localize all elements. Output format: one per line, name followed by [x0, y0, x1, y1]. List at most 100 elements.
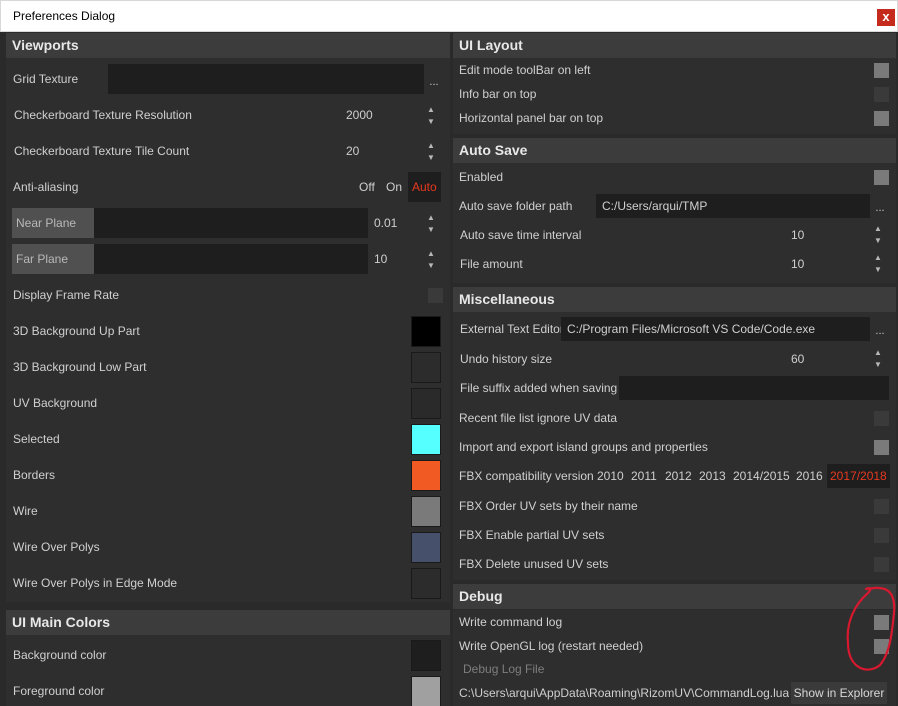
- fbx-partial-checkbox[interactable]: [874, 528, 889, 543]
- viewport-color-swatch[interactable]: [411, 316, 441, 347]
- spin-up-icon[interactable]: ▲: [871, 252, 885, 264]
- ui-layout-item-label: Edit mode toolBar on left: [459, 63, 591, 77]
- checker-tile-input[interactable]: 20: [340, 136, 426, 166]
- near-plane-slider[interactable]: [94, 208, 368, 238]
- ui-layout-header: UI Layout: [453, 33, 896, 58]
- spin-up-icon[interactable]: ▲: [424, 212, 438, 224]
- island-groups-label: Import and export island groups and prop…: [459, 440, 708, 454]
- viewport-color-swatch[interactable]: [411, 424, 441, 455]
- antialiasing-on-option[interactable]: On: [386, 172, 402, 202]
- ui-layout-panel: Edit mode toolBar on left Info bar on to…: [453, 58, 896, 134]
- spin-up-icon[interactable]: ▲: [871, 223, 885, 235]
- checker-tile-label: Checkerboard Texture Tile Count: [14, 144, 190, 158]
- file-amount-label: File amount: [460, 257, 523, 271]
- close-button[interactable]: x: [877, 9, 895, 26]
- ui-color-swatch[interactable]: [411, 640, 441, 671]
- spin-up-icon[interactable]: ▲: [424, 104, 438, 116]
- right-column: UI Layout Edit mode toolBar on left Info…: [453, 32, 896, 706]
- ui-layout-checkbox[interactable]: [874, 87, 889, 102]
- recent-ignore-checkbox[interactable]: [874, 411, 889, 426]
- spin-down-icon[interactable]: ▼: [871, 235, 885, 247]
- grid-texture-field[interactable]: [108, 64, 424, 94]
- ui-color-label: Foreground color: [13, 684, 105, 698]
- antialiasing-auto-option[interactable]: Auto: [408, 172, 441, 202]
- checker-resolution-row: Checkerboard Texture Resolution 2000 ▲ ▼: [6, 100, 450, 130]
- spin-up-icon[interactable]: ▲: [424, 248, 438, 260]
- viewport-color-label: Borders: [13, 468, 56, 482]
- spin-down-icon[interactable]: ▼: [871, 264, 885, 276]
- viewport-color-swatch[interactable]: [411, 496, 441, 527]
- fbx-delete-checkbox[interactable]: [874, 557, 889, 572]
- viewport-color-swatch[interactable]: [411, 388, 441, 419]
- viewport-color-label: Selected: [13, 432, 60, 446]
- far-plane-slider[interactable]: [94, 244, 368, 274]
- viewport-color-label: Wire: [13, 504, 38, 518]
- viewports-header: Viewports: [6, 33, 450, 58]
- auto-save-enabled-checkbox[interactable]: [874, 170, 889, 185]
- auto-save-enabled-label: Enabled: [459, 170, 504, 184]
- file-amount-input[interactable]: 10: [785, 252, 869, 276]
- annotation-circle: [846, 586, 896, 671]
- viewport-color-swatch[interactable]: [411, 568, 441, 599]
- viewport-color-swatch[interactable]: [411, 460, 441, 491]
- spin-down-icon[interactable]: ▼: [424, 260, 438, 272]
- auto-save-interval-label: Auto save time interval: [460, 228, 582, 242]
- near-plane-input[interactable]: 0.01: [368, 208, 426, 238]
- viewport-color-row: Borders: [6, 460, 450, 491]
- ui-layout-checkbox[interactable]: [874, 63, 889, 78]
- fbx-version-2011[interactable]: 2011: [631, 464, 657, 488]
- grid-texture-browse-button[interactable]: ...: [426, 76, 442, 88]
- viewport-color-swatch[interactable]: [411, 352, 441, 383]
- fbx-version-2016[interactable]: 2016: [796, 464, 823, 488]
- grid-texture-label: Grid Texture: [13, 72, 79, 86]
- viewport-color-label: 3D Background Up Part: [13, 324, 140, 338]
- spin-down-icon[interactable]: ▼: [424, 152, 438, 164]
- ui-layout-item: Horizontal panel bar on top: [453, 106, 896, 130]
- island-groups-checkbox[interactable]: [874, 440, 889, 455]
- spin-up-icon[interactable]: ▲: [424, 140, 438, 152]
- auto-save-folder-input[interactable]: C:/Users/arqui/TMP: [596, 194, 870, 218]
- ui-layout-item-label: Horizontal panel bar on top: [459, 111, 604, 125]
- spin-down-icon[interactable]: ▼: [871, 359, 885, 371]
- ui-color-swatch[interactable]: [411, 676, 441, 706]
- spin-down-icon[interactable]: ▼: [424, 116, 438, 128]
- far-plane-input[interactable]: 10: [368, 244, 426, 274]
- left-column: Viewports Grid Texture ... Checkerboard …: [6, 32, 450, 706]
- spin-up-icon[interactable]: ▲: [871, 347, 885, 359]
- text-editor-row: External Text Editor C:/Program Files/Mi…: [453, 317, 896, 341]
- opengl-log-label: Write OpenGL log (restart needed): [459, 639, 644, 653]
- ui-layout-checkbox[interactable]: [874, 111, 889, 126]
- debug-log-path-field[interactable]: C:\Users\arqui\AppData\Roaming\RizomUV\C…: [453, 680, 789, 706]
- fbx-version-2017-2018[interactable]: 2017/2018: [827, 464, 890, 488]
- viewport-color-label: Wire Over Polys in Edge Mode: [13, 576, 178, 590]
- recent-ignore-label: Recent file list ignore UV data: [459, 411, 618, 425]
- file-suffix-input[interactable]: [619, 376, 889, 400]
- fbx-version-2013[interactable]: 2013: [699, 464, 726, 488]
- miscellaneous-panel: External Text Editor C:/Program Files/Mi…: [453, 312, 896, 580]
- fbx-version-2014-2015[interactable]: 2014/2015: [733, 464, 790, 488]
- fbx-version-2012[interactable]: 2012: [665, 464, 692, 488]
- debug-header: Debug: [453, 584, 896, 609]
- file-suffix-label: File suffix added when saving: [460, 381, 618, 395]
- recent-ignore-row: Recent file list ignore UV data: [453, 406, 896, 430]
- window-title: Preferences Dialog: [13, 9, 116, 23]
- text-editor-browse-button[interactable]: ...: [872, 325, 888, 337]
- ui-layout-item: Info bar on top: [453, 82, 896, 106]
- fbx-order-checkbox[interactable]: [874, 499, 889, 514]
- undo-history-input[interactable]: 60: [785, 347, 869, 371]
- auto-save-interval-input[interactable]: 10: [785, 223, 869, 247]
- fbx-version-row: FBX compatibility version 2010 2011 2012…: [453, 464, 896, 488]
- fbx-version-2010[interactable]: 2010: [597, 464, 624, 488]
- viewport-color-swatch[interactable]: [411, 532, 441, 563]
- text-editor-input[interactable]: C:/Program Files/Microsoft VS Code/Code.…: [561, 317, 870, 341]
- ui-main-colors-panel: Background color Foreground color: [6, 635, 450, 706]
- checker-resolution-input[interactable]: 2000: [340, 100, 426, 130]
- spin-down-icon[interactable]: ▼: [424, 224, 438, 236]
- viewport-color-label: 3D Background Low Part: [13, 360, 147, 374]
- debug-log-file-row: Debug Log File: [453, 658, 896, 680]
- antialiasing-off-option[interactable]: Off: [359, 172, 375, 202]
- auto-save-folder-browse-button[interactable]: ...: [872, 202, 888, 214]
- display-frame-rate-checkbox[interactable]: [428, 288, 443, 303]
- file-amount-row: File amount 10 ▲ ▼: [453, 252, 896, 276]
- show-in-explorer-button[interactable]: Show in Explorer: [791, 682, 887, 704]
